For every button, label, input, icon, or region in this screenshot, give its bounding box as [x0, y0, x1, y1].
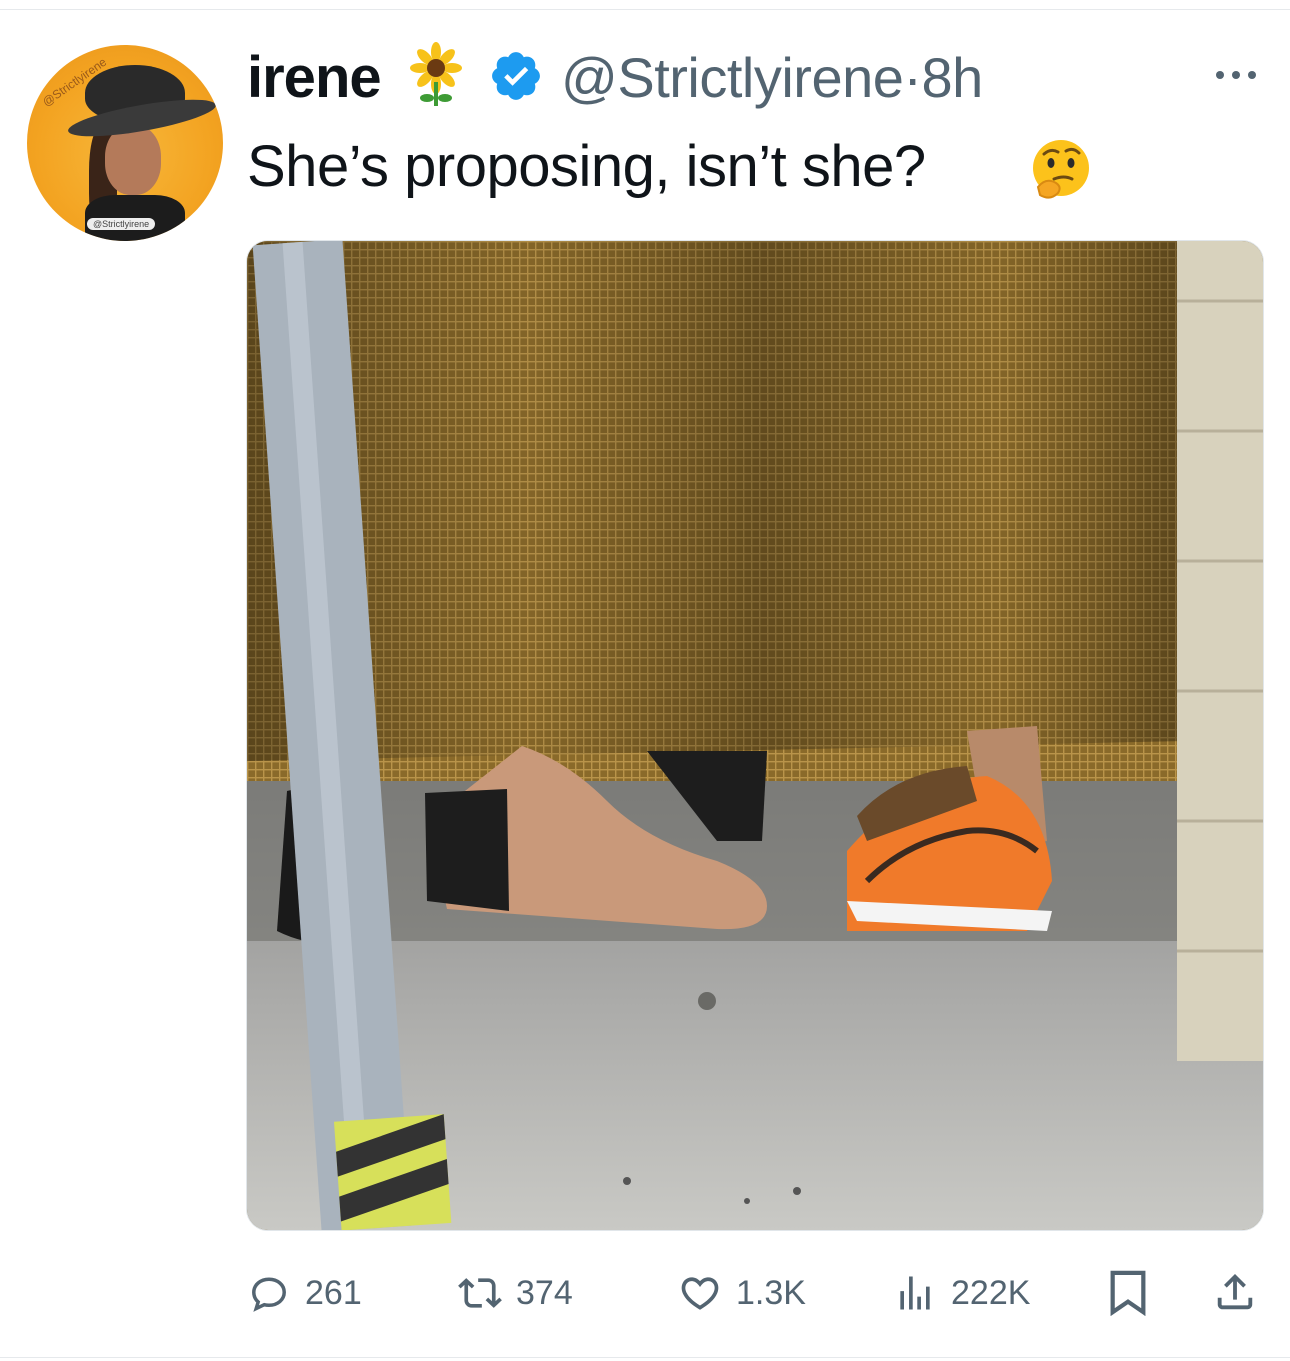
share-icon[interactable]	[1212, 1268, 1258, 1316]
retweet-button[interactable]: 374	[458, 1268, 573, 1318]
handle-and-time[interactable]: @Strictlyirene·8h	[561, 44, 983, 112]
timestamp[interactable]: 8h	[922, 46, 984, 109]
like-count: 1.3K	[736, 1273, 806, 1312]
photo-illustration	[247, 241, 1263, 1230]
more-icon[interactable]	[1213, 66, 1259, 84]
reply-count: 261	[305, 1273, 362, 1312]
verified-icon	[492, 52, 540, 100]
separator: ·	[903, 46, 922, 109]
like-icon	[681, 1277, 719, 1310]
views-icon	[900, 1276, 930, 1310]
like-button[interactable]: 1.3K	[678, 1268, 806, 1318]
avatar-tag: @Strictlyirene	[87, 218, 156, 230]
bookmark-icon[interactable]	[1108, 1270, 1148, 1316]
retweet-count: 374	[516, 1273, 573, 1312]
display-name[interactable]: irene	[247, 44, 382, 112]
sunflower-icon	[410, 42, 462, 106]
avatar[interactable]: @Strictlyirene @Strictlyirene	[27, 45, 223, 241]
thinking-face-icon	[1033, 140, 1089, 199]
reply-icon	[252, 1277, 286, 1312]
top-divider	[0, 9, 1290, 10]
views-button[interactable]: 222K	[893, 1268, 1030, 1318]
tweet-image[interactable]	[246, 240, 1264, 1231]
reply-button[interactable]: 261	[247, 1268, 362, 1318]
views-count: 222K	[951, 1273, 1031, 1312]
tweet-text: She’s proposing, isn’t she?	[247, 134, 926, 199]
handle[interactable]: @Strictlyirene	[561, 46, 904, 109]
bottom-divider	[0, 1357, 1290, 1358]
retweet-icon	[458, 1278, 502, 1308]
